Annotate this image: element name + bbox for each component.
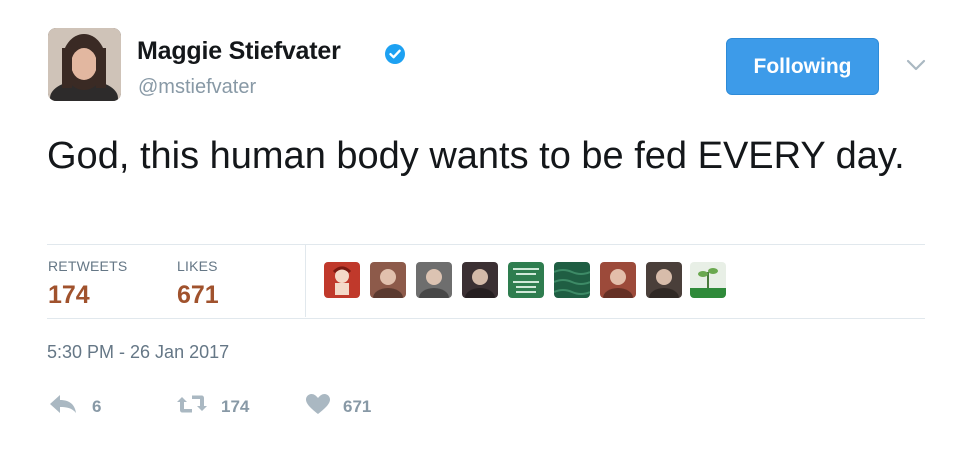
- chevron-down-icon[interactable]: [905, 58, 927, 72]
- reply-button[interactable]: 6: [48, 393, 101, 420]
- likes-count[interactable]: 671: [177, 281, 219, 310]
- stats-separator: [305, 245, 306, 317]
- avatar-dark-portrait[interactable]: [462, 262, 498, 298]
- like-button[interactable]: 671: [305, 393, 371, 420]
- retweet-count: 174: [221, 396, 250, 416]
- avatar[interactable]: [48, 28, 121, 101]
- verified-badge-icon: [384, 43, 406, 65]
- avatar-green-water[interactable]: [554, 262, 590, 298]
- tweet-text: God, this human body wants to be fed EVE…: [47, 135, 905, 177]
- avatar-red-illustration[interactable]: [324, 262, 360, 298]
- tweet-timestamp[interactable]: 5:30 PM - 26 Jan 2017: [47, 342, 229, 363]
- following-button[interactable]: Following: [726, 38, 879, 95]
- user-handle[interactable]: @mstiefvater: [138, 76, 256, 99]
- divider-bottom: [47, 318, 925, 319]
- avatar-green-quote-card[interactable]: [508, 262, 544, 298]
- likes-label[interactable]: LIKES: [177, 258, 218, 274]
- retweet-button[interactable]: 174: [175, 393, 249, 420]
- retweets-label[interactable]: RETWEETS: [48, 258, 127, 274]
- avatar-bw-portrait[interactable]: [416, 262, 452, 298]
- avatar-woman-selfie[interactable]: [370, 262, 406, 298]
- like-count: 671: [343, 396, 372, 416]
- divider-top: [47, 244, 925, 245]
- retweets-count[interactable]: 174: [48, 281, 90, 310]
- heart-icon: [305, 393, 331, 420]
- retweet-icon: [175, 393, 209, 420]
- avatar-plant-sprout[interactable]: [690, 262, 726, 298]
- avatar-red-hair-portrait[interactable]: [600, 262, 636, 298]
- reply-count: 6: [92, 396, 102, 416]
- avatar-man-portrait[interactable]: [646, 262, 682, 298]
- display-name[interactable]: Maggie Stiefvater: [137, 37, 341, 66]
- reply-icon: [48, 393, 78, 420]
